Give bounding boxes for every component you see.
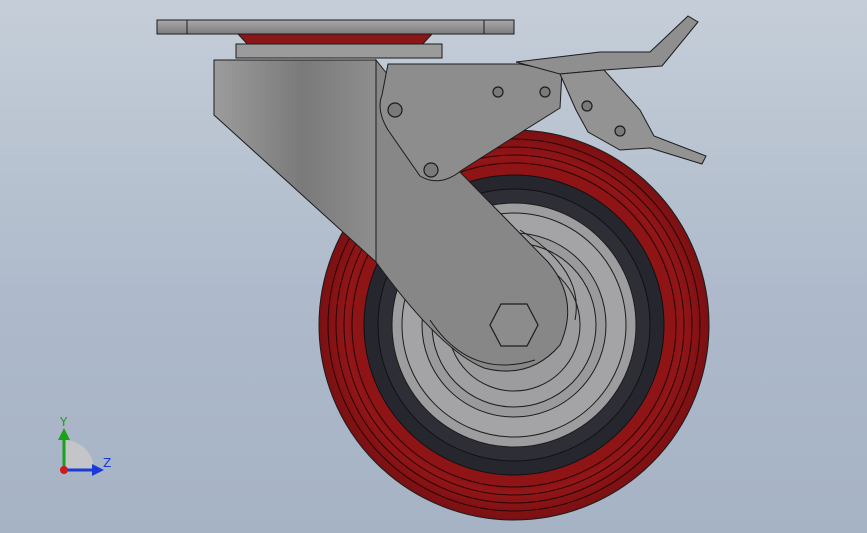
rivet: [387, 102, 403, 118]
axle-nut: [489, 303, 539, 347]
swivel-bearing: [235, 33, 443, 59]
rivet: [492, 86, 504, 98]
y-axis-label: Y: [59, 415, 68, 429]
pivot-pin: [581, 100, 593, 112]
cad-viewport[interactable]: Y Z: [0, 0, 867, 533]
rivet: [539, 86, 551, 98]
pivot-pin: [614, 125, 626, 137]
top-plate: [156, 19, 515, 35]
z-axis-label: Z: [103, 456, 111, 470]
x-axis: [60, 466, 68, 474]
orientation-triad[interactable]: Y Z: [58, 415, 111, 476]
rivet: [423, 162, 439, 178]
